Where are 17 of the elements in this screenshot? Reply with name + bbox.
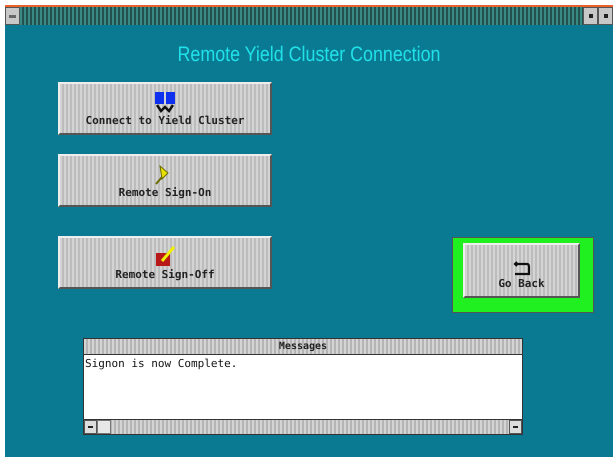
action-button[interactable]: Remote Sign-Off — [58, 236, 272, 289]
scroll-thumb[interactable] — [97, 420, 111, 434]
window-title: Remote Yield Cluster Connection — [176, 43, 442, 68]
scroll-right-icon[interactable] — [509, 420, 522, 434]
system-menu-icon[interactable] — [5, 7, 20, 25]
pen-icon — [154, 245, 176, 267]
scroll-left-icon[interactable] — [84, 420, 97, 434]
horizontal-scrollbar[interactable] — [84, 419, 522, 434]
plug-icon — [154, 91, 176, 113]
return-icon — [512, 260, 532, 276]
action-button[interactable]: Connect to Yield Cluster — [58, 82, 272, 135]
message-line: Signon is now Complete. — [85, 357, 238, 370]
minimize-icon[interactable] — [583, 7, 598, 25]
maximize-icon[interactable] — [598, 7, 613, 25]
action-button[interactable]: Remote Sign-On — [58, 154, 272, 207]
go-back-button[interactable]: Go Back — [463, 243, 580, 298]
panel-header: Messages — [84, 339, 522, 355]
